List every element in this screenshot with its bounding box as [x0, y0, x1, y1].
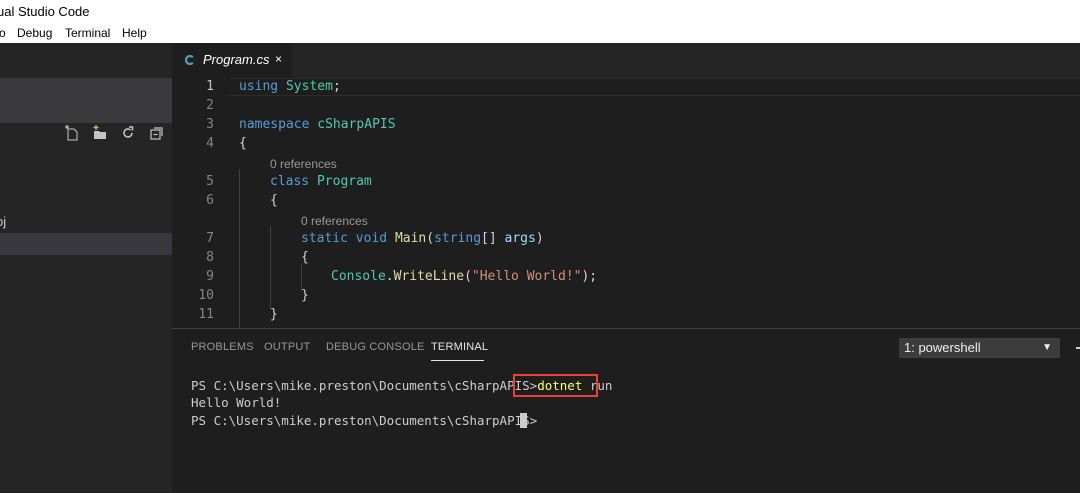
menu-bar: o Debug Terminal Help [0, 23, 1080, 43]
minus-icon[interactable] [1076, 347, 1080, 349]
keyword: void [355, 231, 388, 246]
code-line: static void Main(string[] args) [301, 231, 544, 246]
line-number: 8 [206, 250, 214, 265]
identifier: Console [331, 269, 386, 284]
punctuation: ( [464, 269, 472, 284]
code-lens-references[interactable]: 0 references [270, 157, 337, 171]
menu-go[interactable]: o [0, 23, 6, 43]
function-name: WriteLine [393, 269, 465, 284]
parameter: args [504, 231, 536, 246]
highlight-box [513, 374, 598, 397]
close-icon[interactable]: × [275, 52, 282, 66]
punctuation: . [385, 269, 394, 284]
tab-problems[interactable]: PROBLEMS [191, 341, 254, 353]
chevron-down-icon: ▼ [1042, 342, 1052, 353]
editor-tab-bar: Program.cs × [172, 43, 1080, 78]
punctuation: [] [481, 231, 505, 246]
active-tab-underline [431, 360, 484, 361]
bottom-panel: PROBLEMS OUTPUT DEBUG CONSOLE TERMINAL 1… [172, 328, 1080, 493]
line-number: 3 [206, 117, 214, 132]
identifier: System [285, 79, 333, 94]
terminal-cursor [520, 413, 527, 428]
tab-output[interactable]: OUTPUT [264, 341, 310, 353]
code-lens-references[interactable]: 0 references [301, 214, 368, 228]
line-number: 2 [206, 98, 214, 113]
menu-terminal[interactable]: Terminal [65, 23, 110, 43]
tab-terminal[interactable]: TERMINAL [431, 341, 488, 353]
code-line: Console.WriteLine("Hello World!"); [331, 269, 597, 284]
new-file-icon[interactable] [64, 125, 80, 141]
keyword: string [434, 231, 482, 246]
explorer-sidebar: oj [0, 43, 172, 492]
csharp-file-icon [185, 55, 194, 65]
terminal-select[interactable]: 1: powershell ▼ [899, 338, 1060, 358]
code-line: } [270, 307, 278, 322]
code-line: { [239, 136, 247, 151]
line-number: 9 [206, 269, 214, 284]
explorer-item-selected[interactable] [0, 233, 172, 255]
window-title: ual Studio Code [0, 4, 90, 19]
code-line: } [301, 288, 309, 303]
punctuation: { [239, 136, 247, 151]
explorer-item-label: oj [0, 214, 7, 229]
indent-guide [239, 169, 240, 328]
punctuation: { [270, 193, 278, 208]
tab-program-cs[interactable]: Program.cs × [172, 43, 292, 78]
terminal-line: PS C:\Users\mike.preston\Documents\cShar… [191, 413, 537, 428]
menu-debug[interactable]: Debug [17, 23, 52, 43]
keyword: namespace [239, 117, 310, 132]
string-literal: "Hello World!" [471, 269, 582, 284]
punctuation: ); [581, 269, 598, 284]
punctuation: ( [426, 231, 435, 246]
keyword: using [239, 79, 279, 94]
terminal-line: Hello World! [191, 395, 281, 410]
line-number: 11 [198, 307, 214, 322]
line-number: 5 [206, 174, 214, 189]
terminal-prompt: PS C:\Users\mike.preston\Documents\cShar… [191, 378, 538, 393]
punctuation: ) [535, 231, 544, 246]
line-number: 7 [206, 231, 214, 246]
function-name: Main [394, 231, 427, 246]
collapse-all-icon[interactable] [149, 125, 165, 141]
indent-guide [301, 264, 302, 291]
new-folder-icon[interactable] [92, 125, 108, 141]
explorer-item-csproj[interactable]: oj [0, 211, 172, 233]
tab-debug-console[interactable]: DEBUG CONSOLE [326, 341, 425, 353]
line-number: 4 [206, 136, 214, 151]
tab-label: Program.cs [203, 52, 270, 67]
punctuation: ; [332, 79, 341, 94]
explorer-section-header [0, 78, 172, 123]
punctuation: } [301, 288, 309, 303]
terminal-prompt: PS C:\Users\mike.preston\Documents\cShar… [191, 413, 538, 428]
refresh-icon[interactable] [120, 125, 136, 141]
code-editor[interactable]: 1 2 3 4 5 6 7 8 9 10 11 using System; na… [172, 78, 1080, 328]
keyword: static [301, 231, 348, 246]
code-line: class Program [270, 174, 372, 189]
line-number: 10 [198, 288, 214, 303]
current-line-highlight [230, 78, 1080, 96]
code-line: namespace cSharpAPIS [239, 117, 396, 132]
identifier: Program [316, 174, 372, 189]
terminal-select-value: 1: powershell [904, 340, 981, 355]
line-number: 6 [206, 193, 214, 208]
punctuation: } [270, 307, 278, 322]
menu-help[interactable]: Help [122, 23, 147, 43]
keyword: class [270, 174, 310, 189]
code-line: { [301, 250, 309, 265]
indent-guide [270, 226, 271, 310]
line-number: 1 [206, 79, 214, 94]
punctuation: { [301, 250, 309, 265]
terminal-output: Hello World! [191, 395, 282, 410]
code-line: using System; [239, 79, 341, 94]
identifier: cSharpAPIS [317, 117, 396, 132]
title-bar: ual Studio Code [0, 0, 1080, 23]
code-line: { [270, 193, 278, 208]
